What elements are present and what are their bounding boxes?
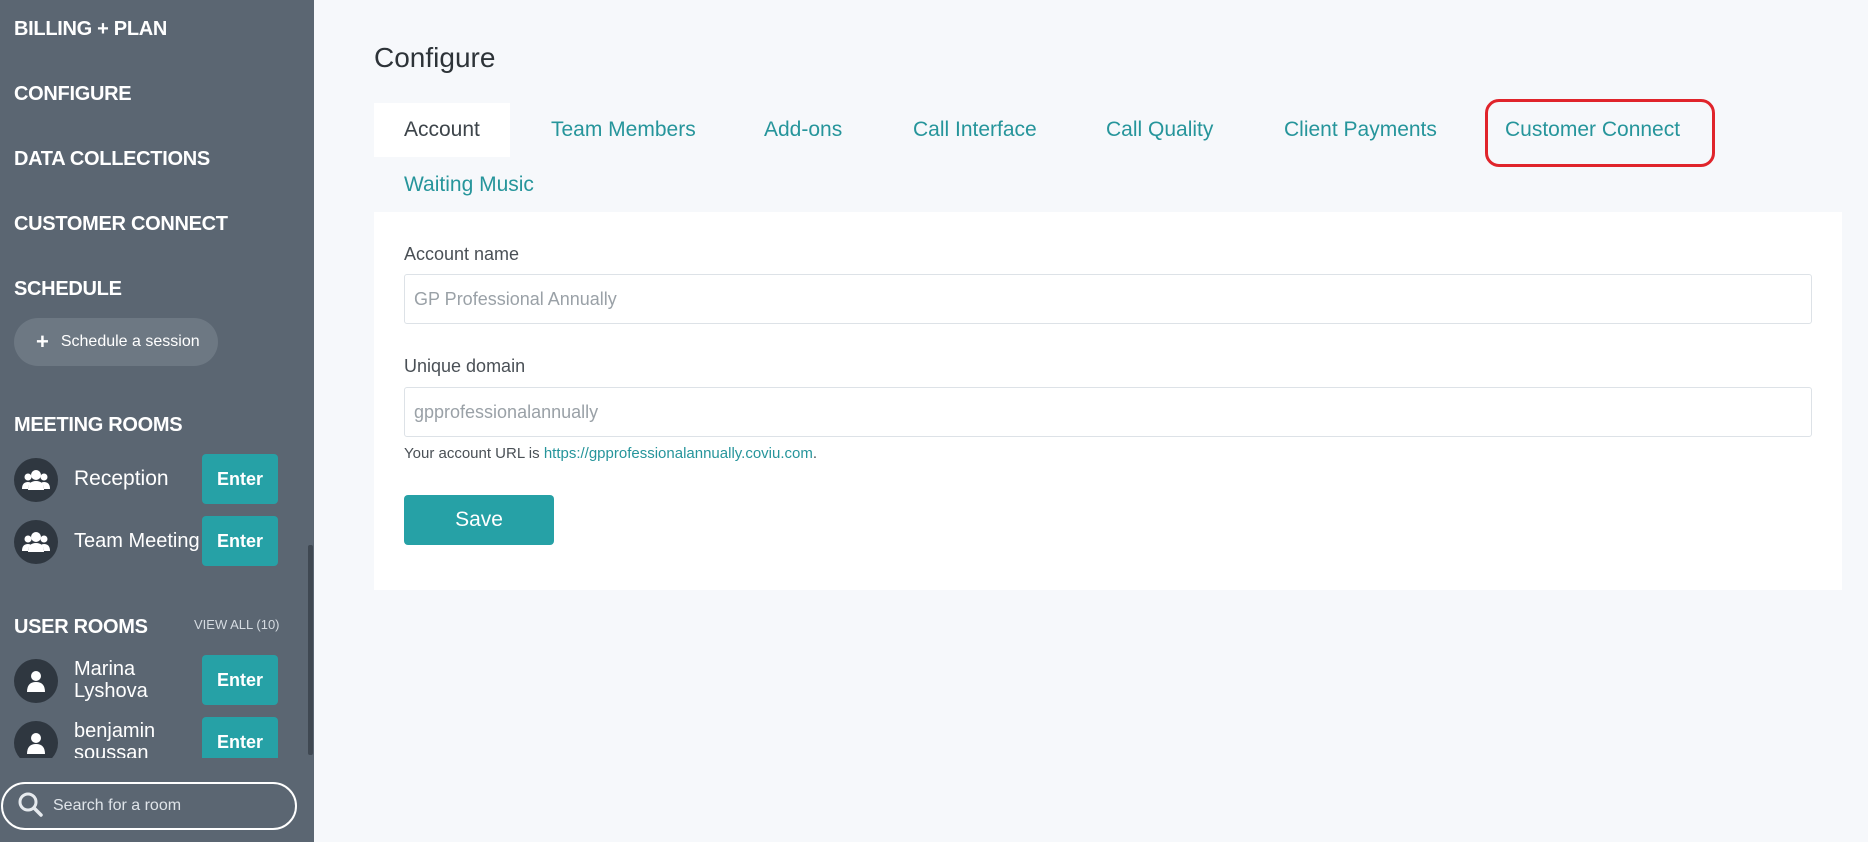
- sidebar-heading-schedule: SCHEDULE: [14, 278, 122, 300]
- tab-waiting-music[interactable]: Waiting Music: [404, 158, 534, 212]
- meeting-room-name: Team Meeting: [74, 530, 200, 552]
- unique-domain-input[interactable]: [404, 387, 1812, 437]
- account-url-note: Your account URL is https://gpprofession…: [404, 445, 817, 462]
- schedule-session-label: Schedule a session: [60, 333, 200, 350]
- tab-account[interactable]: Account: [374, 103, 510, 157]
- user-room-row: benjamin soussan Enter: [14, 717, 280, 758]
- enter-room-button[interactable]: Enter: [202, 454, 278, 504]
- tab-call-interface[interactable]: Call Interface: [913, 103, 1037, 157]
- group-icon: [14, 458, 58, 502]
- sidebar-scrollbar-thumb[interactable]: [308, 545, 313, 755]
- enter-room-button[interactable]: Enter: [202, 717, 278, 758]
- sidebar-item-configure[interactable]: CONFIGURE: [14, 83, 132, 106]
- user-room-row: Marina Lyshova Enter: [14, 655, 280, 705]
- account-url-link[interactable]: https://gpprofessionalannually.coviu.com: [544, 445, 813, 462]
- room-search-box: [1, 782, 297, 830]
- enter-room-button[interactable]: Enter: [202, 655, 278, 705]
- account-name-input[interactable]: [404, 274, 1812, 324]
- sidebar-heading-user-rooms: USER ROOMS: [14, 616, 148, 638]
- unique-domain-label: Unique domain: [404, 356, 526, 376]
- meeting-room-name: Reception: [74, 467, 169, 490]
- plus-icon: +: [36, 329, 49, 354]
- user-icon: [14, 721, 58, 758]
- meeting-room-row: Team Meeting Enter: [14, 516, 280, 566]
- user-icon: [14, 659, 58, 703]
- sidebar-scroll-area: BILLING + PLAN CONFIGURE DATA COLLECTION…: [0, 0, 307, 758]
- user-room-name: benjamin soussan: [74, 720, 156, 758]
- schedule-session-button[interactable]: + Schedule a session: [14, 318, 218, 366]
- tab-team-members[interactable]: Team Members: [551, 103, 696, 157]
- tab-customer-connect[interactable]: Customer Connect: [1505, 103, 1680, 157]
- view-all-link[interactable]: VIEW ALL (10): [194, 617, 280, 632]
- sidebar-item-data-collections[interactable]: DATA COLLECTIONS: [14, 148, 210, 171]
- enter-room-button[interactable]: Enter: [202, 516, 278, 566]
- sidebar-item-billing[interactable]: BILLING + PLAN: [14, 18, 167, 41]
- room-search-input[interactable]: [53, 797, 273, 815]
- tab-call-quality[interactable]: Call Quality: [1106, 103, 1213, 157]
- account-url-suffix: .: [812, 445, 818, 462]
- page-title: Configure: [374, 42, 496, 73]
- account-settings-card: Account name Unique domain Your account …: [374, 212, 1842, 590]
- user-room-name: Marina Lyshova: [74, 658, 148, 702]
- account-url-prefix: Your account URL is: [404, 445, 544, 462]
- account-name-label: Account name: [404, 244, 520, 264]
- meeting-room-row: Reception Enter: [14, 454, 280, 504]
- tab-add-ons[interactable]: Add-ons: [764, 103, 842, 157]
- search-icon: [17, 791, 43, 822]
- save-button[interactable]: Save: [404, 495, 554, 545]
- sidebar: BILLING + PLAN CONFIGURE DATA COLLECTION…: [0, 0, 314, 842]
- group-icon: [14, 520, 58, 564]
- sidebar-item-customer-connect[interactable]: CUSTOMER CONNECT: [14, 213, 228, 236]
- sidebar-heading-meeting-rooms: MEETING ROOMS: [14, 414, 183, 436]
- tab-client-payments[interactable]: Client Payments: [1284, 103, 1437, 157]
